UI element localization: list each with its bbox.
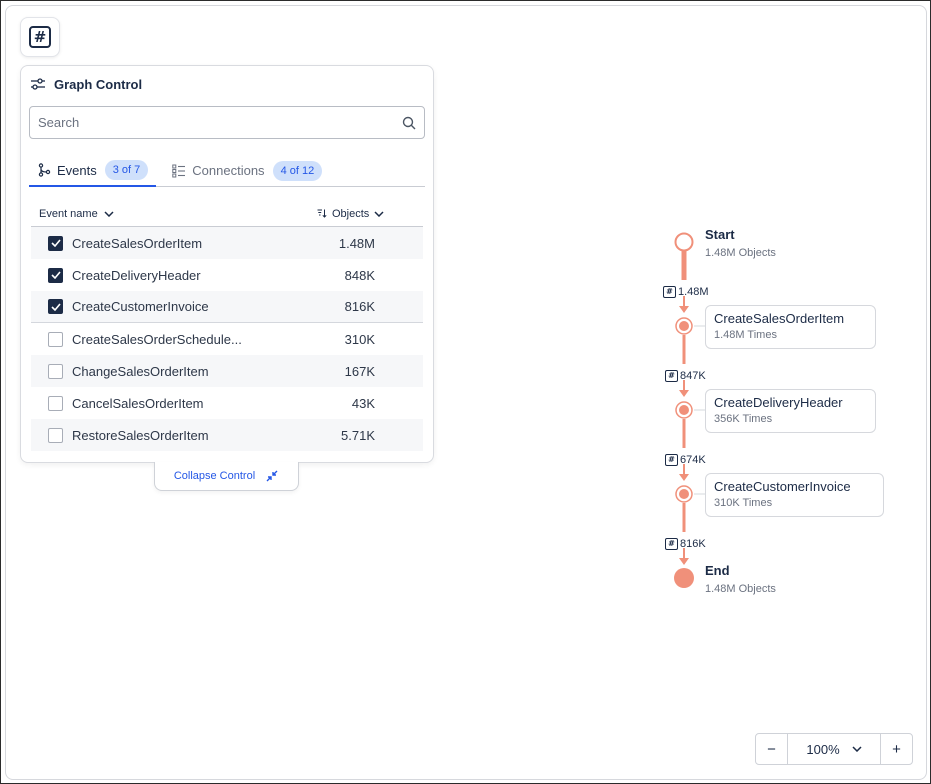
search-field[interactable] (29, 106, 425, 139)
event-objects: 816K (344, 299, 375, 314)
start-node-title: Start (705, 227, 735, 242)
list-icon (172, 164, 186, 177)
event-node[interactable]: CreateCustomerInvoice 310K Times (705, 473, 884, 517)
column-objects-label: Objects (332, 207, 370, 220)
event-objects: 167K (344, 363, 375, 379)
event-node-dot (679, 405, 689, 415)
chevron-down-icon (374, 210, 384, 217)
column-event-name[interactable]: Event name (31, 208, 313, 220)
tab-events[interactable]: Events 3 of 7 (29, 155, 157, 187)
table-header: Event name Objects (31, 201, 423, 227)
event-objects: 43K (351, 395, 375, 411)
edge-arrow (679, 558, 689, 565)
row-checkbox[interactable] (48, 267, 63, 283)
check-icon (50, 302, 61, 311)
hash-icon: # (663, 286, 676, 298)
collapse-icon (266, 470, 278, 482)
event-objects: 310K (344, 331, 375, 347)
zoom-level-select[interactable]: 100% (787, 734, 881, 764)
column-objects[interactable]: Objects (313, 208, 423, 220)
event-node-sub: 1.48M Times (714, 329, 777, 341)
table-row[interactable]: CreateSalesOrderSchedule... 310K (31, 323, 423, 355)
collapse-control-label: Collapse Control (173, 470, 256, 482)
table-row[interactable]: ChangeSalesOrderItem 167K (31, 355, 423, 387)
event-objects: 5.71K (341, 427, 375, 443)
chevron-down-icon (852, 746, 862, 752)
row-checkbox[interactable] (48, 299, 63, 314)
table-row[interactable]: CreateCustomerInvoice 816K (31, 291, 423, 323)
tab-events-count: 3 of 7 (104, 160, 149, 180)
event-name: CancelSalesOrderItem (72, 395, 204, 411)
event-node-title: CreateCustomerInvoice (714, 479, 851, 494)
panel-header: Graph Control (30, 74, 142, 94)
row-checkbox[interactable] (48, 395, 63, 411)
event-node-dot (679, 489, 689, 499)
start-node (674, 232, 694, 252)
event-name: RestoreSalesOrderItem (72, 427, 209, 443)
check-icon (50, 239, 61, 247)
column-event-name-label: Event name (39, 207, 98, 220)
collapse-control-button[interactable]: Collapse Control (154, 462, 299, 491)
graph-control-panel: Graph Control Events 3 of 7 (20, 65, 434, 463)
edge-label: #816K (665, 538, 706, 550)
toggle-control-button[interactable]: # (20, 17, 60, 57)
search-input[interactable] (38, 115, 402, 130)
table-row[interactable]: CreateSalesOrderItem 1.48M (31, 227, 423, 259)
edge-label: #847K (665, 370, 706, 382)
chevron-down-icon (104, 210, 114, 217)
event-node-sub: 310K Times (714, 497, 773, 509)
hash-icon: # (29, 26, 51, 48)
event-node-title: CreateDeliveryHeader (714, 395, 843, 410)
branch-icon (38, 163, 51, 177)
edge-arrow (679, 390, 689, 397)
tab-connections-count: 4 of 12 (272, 160, 323, 181)
end-node-title: End (705, 563, 730, 578)
process-graph: Start 1.48M Objects #1.48M #847K #674K #… (650, 220, 910, 610)
events-table: Event name Objects CreateSalesOrderItem 1… (31, 201, 423, 451)
event-name: CreateSalesOrderSchedule... (72, 331, 242, 347)
event-name: CreateSalesOrderItem (72, 235, 203, 251)
event-node[interactable]: CreateDeliveryHeader 356K Times (705, 389, 876, 433)
edge-arrow (679, 306, 689, 313)
edge-label: #1.48M (663, 286, 709, 298)
table-row[interactable]: RestoreSalesOrderItem 5.71K (31, 419, 423, 451)
hash-icon: # (665, 370, 678, 382)
sliders-icon (31, 78, 45, 90)
tab-connections-label: Connections (192, 163, 265, 178)
search-icon[interactable] (402, 116, 416, 130)
panel-title: Graph Control (54, 76, 143, 92)
start-node-sub: 1.48M Objects (705, 247, 776, 259)
tab-events-label: Events (57, 162, 97, 178)
event-node-title: CreateSalesOrderItem (714, 311, 845, 326)
sort-icon (317, 209, 327, 218)
hash-icon: # (665, 538, 678, 550)
event-objects: 1.48M (338, 235, 375, 251)
zoom-level-value: 100% (806, 741, 840, 757)
end-node-sub: 1.48M Objects (705, 583, 776, 595)
end-node (674, 568, 694, 588)
event-name: CreateCustomerInvoice (72, 299, 209, 314)
event-name: CreateDeliveryHeader (72, 267, 201, 283)
event-name: ChangeSalesOrderItem (72, 363, 209, 379)
table-row[interactable]: CreateDeliveryHeader 848K (31, 259, 423, 291)
row-checkbox[interactable] (48, 235, 63, 251)
edge-label: #674K (665, 454, 706, 466)
event-node[interactable]: CreateSalesOrderItem 1.48M Times (705, 305, 876, 349)
edge-arrow (679, 474, 689, 481)
hash-icon: # (665, 454, 678, 466)
zoom-out-button[interactable]: − (756, 734, 787, 764)
tab-connections[interactable]: Connections 4 of 12 (164, 155, 330, 186)
zoom-control: − 100% + (755, 733, 913, 765)
row-checkbox[interactable] (48, 427, 63, 443)
check-icon (50, 271, 61, 279)
row-checkbox[interactable] (48, 331, 63, 347)
row-checkbox[interactable] (48, 363, 63, 379)
table-row[interactable]: CancelSalesOrderItem 43K (31, 387, 423, 419)
event-node-sub: 356K Times (714, 413, 773, 425)
event-node-dot (679, 321, 689, 331)
tab-bar: Events 3 of 7 Connections 4 of 12 (29, 155, 425, 187)
zoom-in-button[interactable]: + (881, 734, 912, 764)
event-objects: 848K (344, 267, 375, 283)
